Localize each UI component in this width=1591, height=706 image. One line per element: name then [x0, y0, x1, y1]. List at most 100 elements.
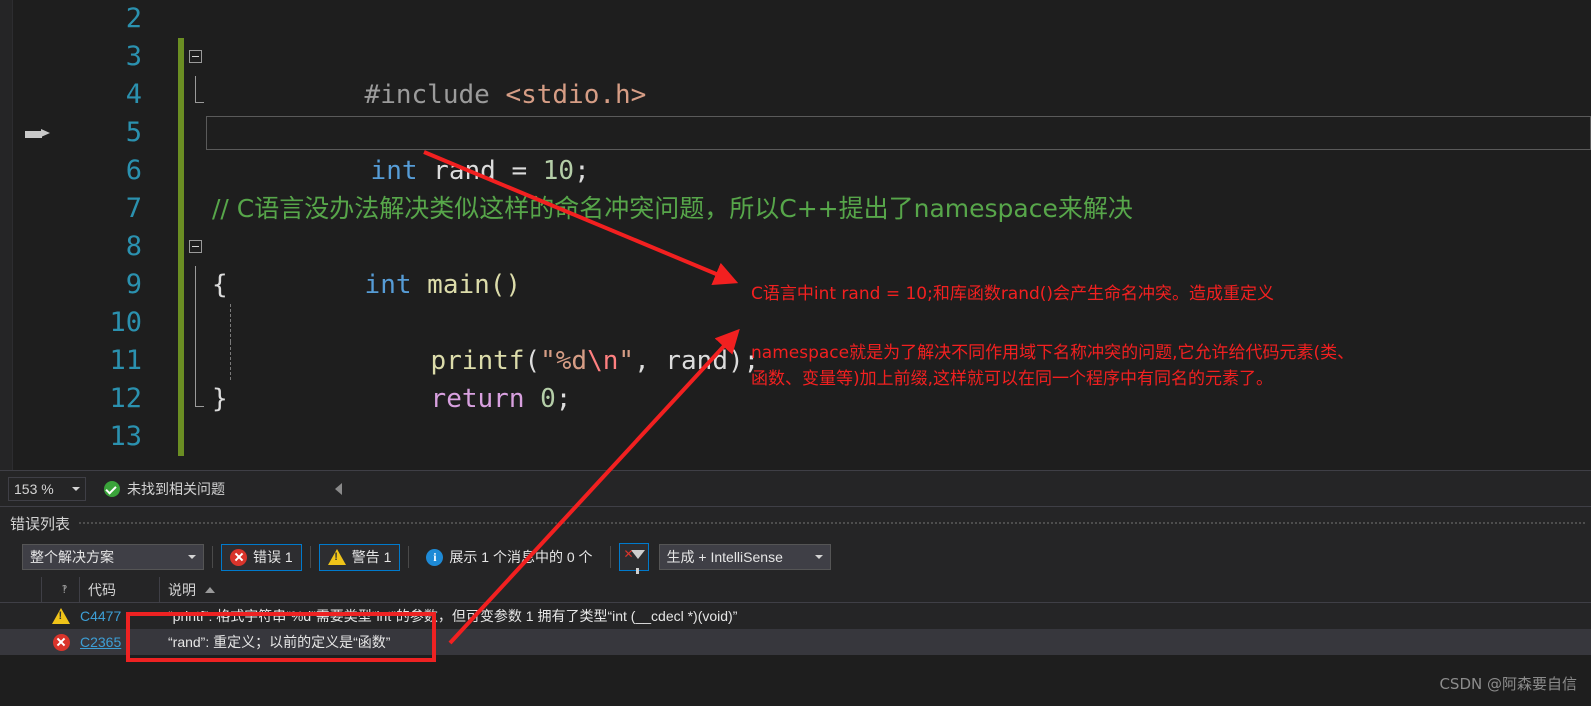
- column-header-pin[interactable]: ‽: [42, 576, 80, 603]
- build-source-select[interactable]: 生成 + IntelliSense: [658, 544, 831, 570]
- code-line-row[interactable]: 7 // C语言没办法解决类似这样的命名冲突问题，所以C++提出了namespa…: [0, 190, 1591, 228]
- error-list-column-header: ‽ 代码 说明: [0, 576, 1591, 603]
- row-severity-icon: [42, 633, 80, 651]
- fold-collapse-icon[interactable]: [189, 240, 202, 253]
- row-description: “printf”: 格式字符串“%d”需要类型“int”的参数，但可变参数 1 …: [168, 608, 738, 624]
- line-number: 8: [125, 231, 142, 262]
- change-bar: [178, 266, 184, 304]
- code-line-row[interactable]: 8 int main(): [0, 228, 1591, 300]
- code-line-row[interactable]: 4 #include <stdlib.h>: [0, 76, 1591, 148]
- column-header-blank: [0, 576, 42, 603]
- table-row[interactable]: C2365 “rand”: 重定义；以前的定义是“函数”: [0, 629, 1591, 655]
- vs-ide-screenshot: 2 3 #include <stdio.h> 4 #include <stdl: [0, 0, 1591, 706]
- code-line-row[interactable]: 10 printf("%d\n", rand);: [0, 304, 1591, 376]
- code-line-row-current[interactable]: 5 int rand = 10;: [0, 114, 1591, 186]
- warning-icon: [327, 549, 346, 565]
- messages-filter-button[interactable]: 展示 1 个消息中的 0 个: [417, 544, 601, 571]
- change-bar: [178, 0, 184, 38]
- line-number: 3: [125, 41, 142, 72]
- change-bar: [178, 228, 184, 266]
- chevron-down-icon: [188, 555, 196, 559]
- csdn-watermark: CSDN @阿森要自信: [1439, 675, 1577, 693]
- line-number: 11: [109, 345, 142, 376]
- scope-select[interactable]: 整个解决方案: [22, 544, 204, 570]
- toolbar-separator: [309, 546, 311, 568]
- line-number: 5: [125, 117, 142, 148]
- current-statement-marker: [18, 114, 58, 152]
- code-line-row[interactable]: 6: [0, 152, 1591, 190]
- code-text: int rand = 10;: [214, 114, 590, 186]
- info-icon: [426, 548, 444, 566]
- annotation-note-2-line1: namespace就是为了解决不同作用域下名称冲突的问题,它允许给代码元素(类、: [751, 343, 1355, 363]
- zoom-level-value: 153 %: [14, 480, 54, 497]
- fold-guide-line: [195, 76, 196, 102]
- table-row[interactable]: C4477 “printf”: 格式字符串“%d”需要类型“int”的参数，但可…: [0, 603, 1591, 629]
- line-number: 7: [125, 193, 142, 224]
- indent-guide: [230, 304, 231, 342]
- error-list-panel: 错误列表 整个解决方案 错误 1 警告 1 展示 1 个消息中的 0 个: [0, 506, 1591, 706]
- pin-icon: ‽: [61, 584, 68, 596]
- row-error-code[interactable]: C4477: [80, 608, 160, 624]
- code-line-row[interactable]: 3 #include <stdio.h>: [0, 38, 1591, 110]
- fold-guide-line: [195, 380, 196, 406]
- line-number: 9: [125, 269, 142, 300]
- sort-ascending-icon: [205, 586, 215, 593]
- panel-drag-handle[interactable]: [78, 521, 1587, 525]
- code-text: #include <stdlib.h>: [208, 76, 662, 148]
- column-header-code[interactable]: 代码: [80, 576, 160, 603]
- row-description: “rand”: 重定义；以前的定义是“函数”: [168, 634, 391, 650]
- change-bar: [178, 76, 184, 114]
- toolbar-separator: [212, 546, 213, 568]
- indent-guide: [230, 342, 231, 380]
- zoom-level-select[interactable]: 153 %: [8, 476, 86, 501]
- column-header-description[interactable]: 说明: [160, 577, 1591, 603]
- annotation-note-2: namespace就是为了解决不同作用域下名称冲突的问题,它允许给代码元素(类、…: [751, 340, 1551, 393]
- change-bar: [178, 38, 184, 76]
- change-bar: [178, 114, 184, 152]
- code-line-row[interactable]: 13: [0, 418, 1591, 456]
- fold-guide-elbow: [195, 102, 204, 103]
- warnings-filter-button[interactable]: 警告 1: [318, 543, 401, 571]
- line-number: 4: [125, 79, 142, 110]
- change-bar: [178, 418, 184, 456]
- build-source-value: 生成 + IntelliSense: [666, 549, 783, 565]
- change-bar: [178, 190, 184, 228]
- code-text: printf("%d\n", rand);: [274, 304, 760, 376]
- clear-filter-button[interactable]: ✕: [618, 543, 649, 574]
- code-text: int main(): [208, 228, 522, 300]
- errors-filter-button[interactable]: 错误 1: [221, 543, 302, 571]
- fold-collapse-icon[interactable]: [189, 50, 202, 63]
- scope-select-value: 整个解决方案: [30, 549, 114, 565]
- error-icon: [230, 548, 247, 566]
- chevron-down-icon: [814, 555, 823, 559]
- error-icon: [52, 633, 70, 651]
- line-number: 13: [109, 421, 142, 452]
- editor-status-bar: 153 % 未找到相关问题: [0, 470, 1591, 506]
- error-list-toolbar: 整个解决方案 错误 1 警告 1 展示 1 个消息中的 0 个 ✕: [0, 539, 1591, 575]
- warnings-filter-label: 警告 1: [351, 549, 392, 565]
- errors-filter-label: 错误 1: [253, 549, 293, 565]
- row-error-code[interactable]: C2365: [80, 634, 160, 650]
- change-bar: [178, 342, 184, 380]
- arrow-right-icon: [25, 128, 51, 138]
- clear-x-icon: ✕: [623, 547, 634, 561]
- error-list-empty-area: [0, 655, 1591, 706]
- messages-filter-label: 展示 1 个消息中的 0 个: [449, 549, 593, 565]
- code-line-row[interactable]: 2: [0, 0, 1591, 38]
- code-editor[interactable]: 2 3 #include <stdio.h> 4 #include <stdl: [0, 0, 1591, 470]
- warning-icon: [52, 608, 70, 624]
- line-number: 2: [125, 3, 142, 34]
- error-list-title: 错误列表: [10, 516, 71, 533]
- change-bar: [178, 152, 184, 190]
- fold-guide-line: [195, 266, 196, 304]
- annotation-note-1: C语言中int rand = 10;和库函数rand()会产生命名冲突。造成重定…: [751, 284, 1275, 304]
- token-brace: }: [212, 384, 228, 414]
- caret-left-icon[interactable]: [335, 482, 342, 495]
- fold-guide-line: [195, 342, 196, 380]
- toolbar-separator: [408, 546, 410, 568]
- fold-guide-line: [195, 304, 196, 342]
- toolbar-separator: [609, 546, 611, 568]
- intellisense-status: 未找到相关问题: [104, 479, 225, 499]
- token-brace: {: [212, 270, 228, 300]
- fold-guide-elbow: [195, 406, 204, 407]
